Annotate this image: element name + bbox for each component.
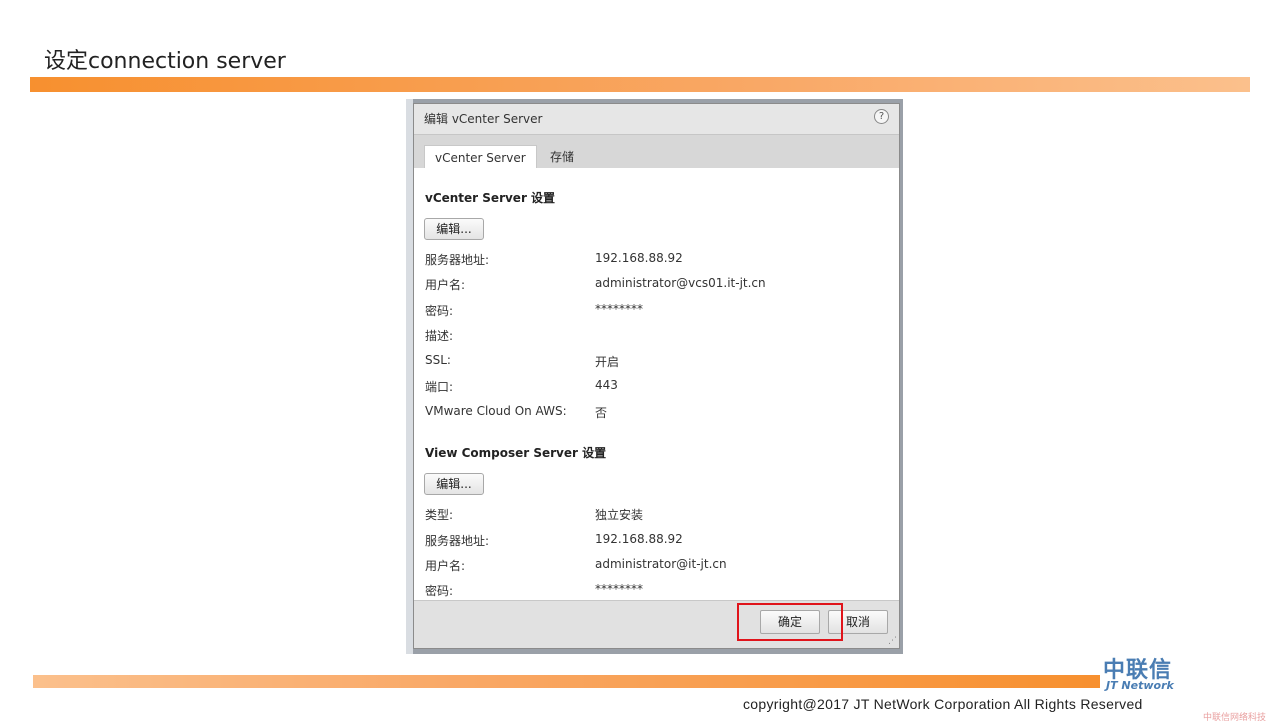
composer-row-username: 用户名: administrator@it-jt.cn (425, 557, 885, 573)
row-value: ******** (595, 302, 643, 316)
row-label: VMware Cloud On AWS: (425, 404, 567, 418)
tab-bar: vCenter Server 存储 (414, 134, 899, 170)
background-window-strip (406, 99, 413, 654)
composer-row-password: 密码: ******** (425, 582, 885, 598)
composer-edit-button[interactable]: 编辑... (424, 473, 484, 495)
vcenter-edit-button[interactable]: 编辑... (424, 218, 484, 240)
copyright-text: copyright@2017 JT NetWork Corporation Al… (743, 696, 1143, 712)
resize-grip-icon[interactable]: ⋰ (888, 636, 897, 646)
vcenter-row-description: 描述: (425, 327, 885, 343)
row-label: 密码: (425, 304, 454, 318)
row-value: 192.168.88.92 (595, 532, 683, 546)
row-value: 否 (595, 406, 608, 420)
row-label: 用户名: (425, 559, 466, 573)
edit-vcenter-dialog: 编辑 vCenter Server ? vCenter Server 存储 vC… (413, 103, 900, 649)
slide-title: 设定connection server (44, 49, 286, 74)
tab-storage[interactable]: 存储 (540, 145, 584, 169)
row-label: 端口: (425, 380, 454, 394)
row-value: 192.168.88.92 (595, 251, 683, 265)
row-value: 开启 (595, 355, 620, 369)
row-value: administrator@vcs01.it-jt.cn (595, 276, 766, 290)
row-value: administrator@it-jt.cn (595, 557, 727, 571)
watermark-text: 中联信网络科技 (1203, 713, 1267, 723)
row-value: ******** (595, 582, 643, 596)
vcenter-row-port: 端口: 443 (425, 378, 885, 394)
vcenter-row-vmc-aws: VMware Cloud On AWS: 否 (425, 404, 885, 420)
row-label: 密码: (425, 584, 454, 598)
row-label: 服务器地址: (425, 253, 490, 267)
tab-vcenter-server[interactable]: vCenter Server (424, 145, 537, 170)
vcenter-row-ssl: SSL: 开启 (425, 353, 885, 369)
vcenter-settings-heading: vCenter Server 设置 (425, 191, 556, 205)
row-label: SSL: (425, 353, 451, 367)
composer-row-type: 类型: 独立安装 (425, 506, 885, 522)
row-label: 描述: (425, 329, 454, 343)
row-label: 用户名: (425, 278, 466, 292)
row-label: 类型: (425, 508, 454, 522)
composer-settings-heading: View Composer Server 设置 (425, 446, 607, 460)
dialog-content: vCenter Server 设置 编辑... 服务器地址: 192.168.8… (414, 168, 899, 601)
logo-english: JT Network (1106, 679, 1174, 692)
bottom-orange-bar (33, 675, 1100, 688)
vcenter-row-username: 用户名: administrator@vcs01.it-jt.cn (425, 276, 885, 292)
vcenter-row-server-address: 服务器地址: 192.168.88.92 (425, 251, 885, 267)
dialog-title: 编辑 vCenter Server (424, 112, 543, 126)
composer-row-server-address: 服务器地址: 192.168.88.92 (425, 532, 885, 548)
row-label: 服务器地址: (425, 534, 490, 548)
highlight-box (737, 603, 843, 641)
help-icon[interactable]: ? (874, 109, 889, 124)
top-orange-bar (30, 77, 1250, 92)
vcenter-row-password: 密码: ******** (425, 302, 885, 318)
row-value: 443 (595, 378, 618, 392)
row-value: 独立安装 (595, 508, 644, 522)
